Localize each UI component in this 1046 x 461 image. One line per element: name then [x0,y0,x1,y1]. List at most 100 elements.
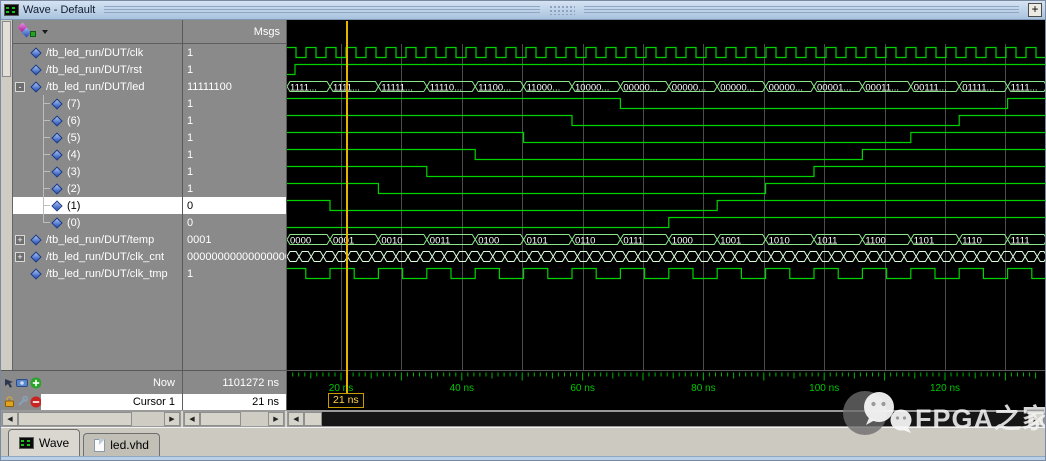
titlebar[interactable]: Wave - Default + [1,1,1045,20]
waveform-row-9[interactable] [287,197,1045,214]
waveform-row-13[interactable] [287,265,1045,282]
waveform-svg [287,44,1045,61]
waveform-row-3[interactable] [287,95,1045,112]
scroll-left-icon[interactable]: ◀ [288,412,304,426]
delete-cursor-icon[interactable] [30,396,41,408]
svg-text:0100: 0100 [478,236,499,247]
signal-value-row-0[interactable]: 1 [183,44,286,61]
svg-text:40 ns: 40 ns [450,383,474,394]
signal-row-10[interactable]: (0) [13,214,182,231]
expander-expand-icon[interactable]: + [15,235,25,245]
wave-icon [19,437,34,449]
signal-row-1[interactable]: /tb_led_run/DUT/rst [13,61,182,78]
waveform-panel[interactable]: 1111...1111...11111...11110...11100...11… [287,20,1045,370]
signal-row-13[interactable]: /tb_led_run/DUT/clk_tmp [13,265,182,282]
values-header: Msgs [183,20,286,44]
svg-text:0010: 0010 [381,236,402,247]
scrollbar-thumb[interactable] [200,412,241,426]
values-hscrollbar[interactable]: ◀ ▶ [183,411,285,427]
signal-row-8[interactable]: (2) [13,180,182,197]
lock-icon[interactable] [4,396,14,408]
cursor-time-label[interactable]: 21 ns [328,393,364,408]
svg-text:00111...: 00111... [914,83,947,94]
waveform-row-2[interactable]: 1111...1111...11111...11110...11100...11… [287,78,1045,95]
waveform-row-0[interactable] [287,44,1045,61]
titlebar-grip[interactable] [549,5,575,15]
waveform-row-7[interactable] [287,163,1045,180]
snapshot-icon[interactable] [16,378,27,388]
svg-text:1011: 1011 [817,236,837,247]
signal-row-12[interactable]: + /tb_led_run/DUT/clk_cnt [13,248,182,265]
scroll-right-icon[interactable]: ▶ [1028,412,1044,426]
waveform-row-10[interactable] [287,214,1045,231]
tree-vertical-scrollbar[interactable] [1,20,13,370]
tab-wave[interactable]: Wave [8,429,80,456]
signal-value-row-2[interactable]: 11111100 [183,78,286,95]
waveform-row-5[interactable] [287,129,1045,146]
signal-group-icon[interactable] [17,23,39,40]
wave-hscrollbar[interactable]: ◀ ▶ [287,411,1045,427]
signal-value-row-12[interactable]: 00000000000000000000 [183,248,286,265]
cursor-track[interactable] [287,394,1045,410]
signal-diamond-icon [30,47,41,58]
cursor-name[interactable]: Cursor 1 [41,394,183,410]
document-icon [94,439,105,452]
wrench-icon[interactable] [16,396,27,408]
signal-value-row-5[interactable]: 1 [183,129,286,146]
waveform-row-11[interactable]: 0000000100100011010001010110011110001001… [287,231,1045,248]
waveform-svg [287,95,1045,112]
signal-value-row-13[interactable]: 1 [183,265,286,282]
timeline-ruler[interactable]: 20 ns40 ns60 ns80 ns100 ns120 ns [287,371,1045,394]
signal-value-row-8[interactable]: 1 [183,180,286,197]
waveform-row-4[interactable] [287,112,1045,129]
signal-value-row-10[interactable]: 0 [183,214,286,231]
edit-mode-icon[interactable] [4,377,14,388]
scroll-right-icon[interactable]: ▶ [268,412,284,426]
scrollbar-thumb[interactable] [2,21,11,77]
waveform-row-12[interactable] [287,248,1045,265]
waveform-row-1[interactable] [287,61,1045,78]
scroll-left-icon[interactable]: ◀ [184,412,200,426]
waveform-svg [287,265,1045,282]
chevron-down-icon[interactable] [42,30,48,34]
tree-branch [37,214,51,231]
scroll-right-icon[interactable]: ▶ [164,412,180,426]
scrollbar-thumb[interactable] [304,412,322,426]
signal-row-4[interactable]: (6) [13,112,182,129]
signal-row-7[interactable]: (3) [13,163,182,180]
signal-value-row-11[interactable]: 0001 [183,231,286,248]
signal-value-row-7[interactable]: 1 [183,163,286,180]
signal-diamond-icon [51,183,62,194]
signal-value-row-4[interactable]: 1 [183,112,286,129]
svg-text:11100...: 11100... [478,83,511,94]
signal-row-6[interactable]: (4) [13,146,182,163]
signal-name: (4) [67,149,80,161]
signal-diamond-icon [51,115,62,126]
signal-row-2[interactable]: -/tb_led_run/DUT/led [13,78,182,95]
signal-row-0[interactable]: /tb_led_run/DUT/clk [13,44,182,61]
signal-value-row-9[interactable]: 0 [183,197,286,214]
expander-expand-icon[interactable]: + [15,252,25,262]
signal-row-11[interactable]: +/tb_led_run/DUT/temp [13,231,182,248]
scrollbar-thumb[interactable] [18,412,132,426]
waveform-row-6[interactable] [287,146,1045,163]
signal-value-row-1[interactable]: 1 [183,61,286,78]
cursor-value[interactable]: 21 ns [183,394,287,410]
scroll-left-icon[interactable]: ◀ [2,412,18,426]
signal-row-3[interactable]: (7) [13,95,182,112]
signal-row-9[interactable]: (1) [13,197,182,214]
dock-button[interactable]: + [1028,3,1042,17]
timeline-cursor[interactable] [346,21,348,395]
signal-name: (0) [67,217,80,229]
tree-hscrollbar[interactable]: ◀ ▶ [1,411,181,427]
waveform-row-8[interactable] [287,180,1045,197]
expander-collapse-icon[interactable]: - [15,82,25,92]
signal-value-row-3[interactable]: 1 [183,95,286,112]
signal-name: /tb_led_run/DUT/clk_cnt [46,251,164,263]
signal-value-row-6[interactable]: 1 [183,146,286,163]
insert-cursor-icon[interactable] [30,377,41,389]
waveform-canvas[interactable]: 1111...1111...11111...11110...11100...11… [287,44,1045,370]
tab-led-vhd[interactable]: led.vhd [83,433,160,456]
signal-name: /tb_led_run/DUT/clk_tmp [46,268,168,280]
signal-row-5[interactable]: (5) [13,129,182,146]
